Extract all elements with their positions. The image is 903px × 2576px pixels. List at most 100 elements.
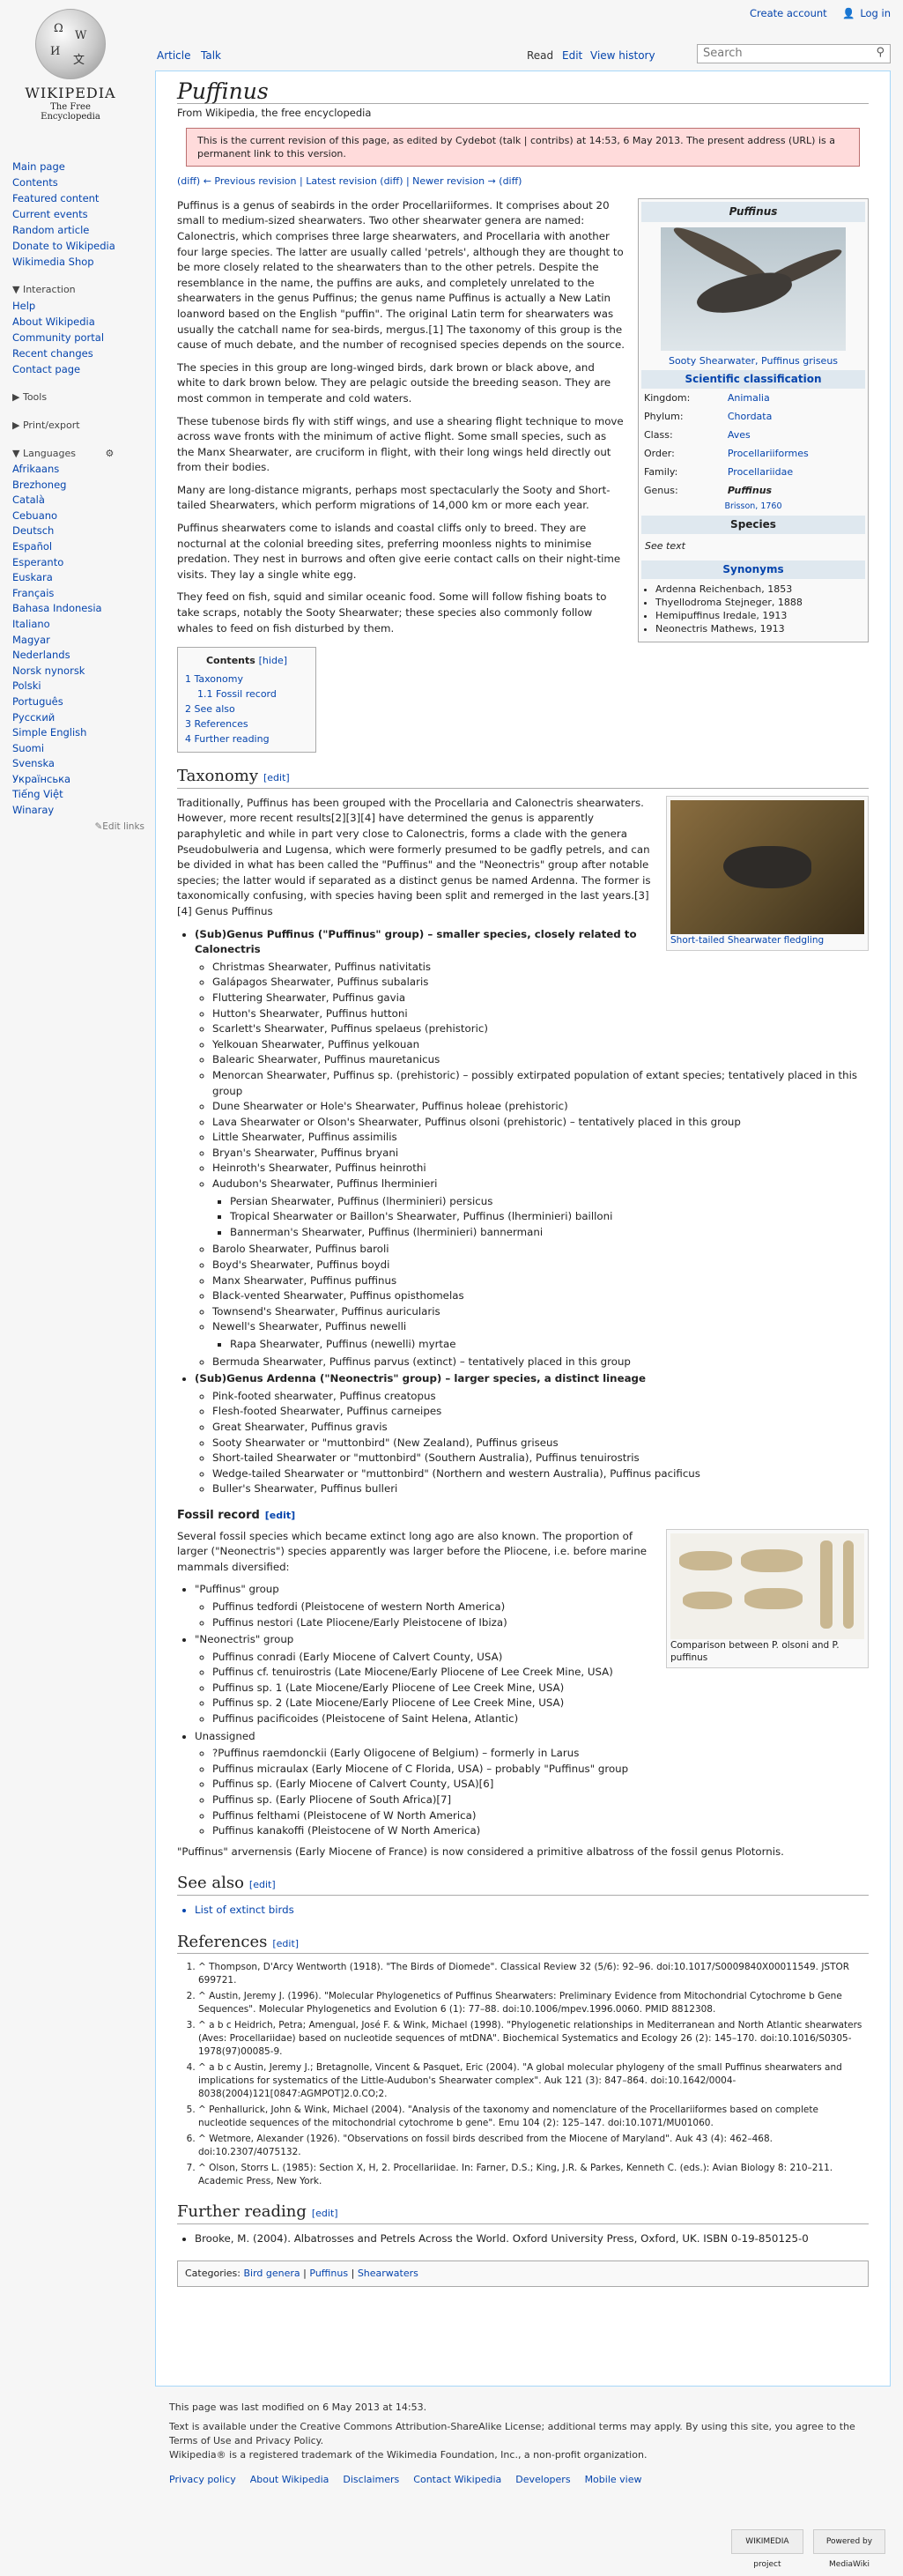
toc-item[interactable]: 1.1 Fossil record <box>185 687 308 702</box>
sidebar-language-item[interactable]: Українська <box>12 772 144 788</box>
sidebar-language-item[interactable]: Português <box>12 694 144 710</box>
category-link[interactable]: Puffinus <box>309 2268 348 2279</box>
sidebar-language-item[interactable]: Русский <box>12 710 144 726</box>
sidebar-nav-item[interactable]: Contents <box>12 174 144 190</box>
sidebar-nav-item[interactable]: Random article <box>12 222 144 238</box>
tab-read[interactable]: Read <box>527 49 553 62</box>
edit-section-link[interactable]: [edit] <box>312 2208 338 2219</box>
sidebar-interaction-item[interactable]: Recent changes <box>12 345 144 361</box>
sidebar-nav-item[interactable]: Donate to Wikipedia <box>12 238 144 254</box>
sidebar-language-item[interactable]: Català <box>12 493 144 509</box>
sidebar-language-item[interactable]: Tiếng Việt <box>12 787 144 803</box>
sidebar-language-item[interactable]: Esperanto <box>12 555 144 571</box>
tab-talk[interactable]: Talk <box>201 49 221 62</box>
sidebar-language-item[interactable]: Italiano <box>12 617 144 633</box>
sidebar-language-item[interactable]: Brezhoneg <box>12 478 144 494</box>
sidebar-language-item[interactable]: Norsk nynorsk <box>12 664 144 679</box>
toc-item[interactable]: 2 See also <box>185 702 308 716</box>
fossil-group-3: Unassigned?Puffinus raemdonckii (Early O… <box>195 1729 869 1839</box>
edit-section-link[interactable]: [edit] <box>265 1510 295 1521</box>
tools-heading[interactable]: ▶ Tools <box>12 390 144 405</box>
sidebar-language-item[interactable]: Svenska <box>12 756 144 772</box>
sidebar-language-item[interactable]: Bahasa Indonesia <box>12 601 144 617</box>
sidebar-language-item[interactable]: Français <box>12 586 144 602</box>
fledgling-image[interactable] <box>670 799 864 934</box>
taxonomy-value[interactable]: Animalia <box>725 389 865 407</box>
species-item: Bryan's Shearwater, Puffinus bryani <box>212 1146 869 1162</box>
infobox-caption[interactable]: Sooty Shearwater, Puffinus griseus <box>641 354 865 367</box>
languages-heading[interactable]: ▼ Languages ⚙ <box>12 446 144 462</box>
category-link[interactable]: Bird genera <box>244 2268 300 2279</box>
edit-links[interactable]: ✎Edit links <box>12 819 144 835</box>
sidebar-language-item[interactable]: Deutsch <box>12 523 144 539</box>
taxonomy-row: Kingdom: Animalia <box>641 389 865 407</box>
tab-article[interactable]: Article <box>157 49 191 62</box>
taxonomy-value[interactable]: Procellariidae <box>725 463 865 481</box>
sidebar-language-item[interactable]: Magyar <box>12 633 144 649</box>
footer-link[interactable]: Privacy policy <box>169 2474 236 2485</box>
personal-tools: Create account 👤 Log in <box>737 7 891 19</box>
fledgling-caption[interactable]: Short-tailed Shearwater fledgling <box>670 934 864 947</box>
sidebar-language-item[interactable]: Español <box>12 539 144 555</box>
footer-link[interactable]: Disclaimers <box>343 2474 399 2485</box>
footer-link[interactable]: Contact Wikipedia <box>413 2474 501 2485</box>
species-item: Short-tailed Shearwater or "muttonbird" … <box>212 1451 869 1466</box>
sidebar-interaction-item[interactable]: Help <box>12 298 144 314</box>
sidebar-nav-item[interactable]: Current events <box>12 206 144 222</box>
interaction-heading[interactable]: ▼ Interaction <box>12 282 144 298</box>
wikipedia-logo[interactable]: ΩWИ文 WIKIPEDIA The Free Encyclopedia <box>19 5 122 129</box>
sidebar-language-item[interactable]: Afrikaans <box>12 462 144 478</box>
wikimedia-badge[interactable]: WIKIMEDIA project <box>730 2529 803 2569</box>
search-input[interactable]: Search ⚲ <box>697 44 891 63</box>
sidebar-interaction-item[interactable]: Contact page <box>12 361 144 377</box>
taxonomy-value[interactable]: Chordata <box>725 407 865 426</box>
sidebar-language-item[interactable]: Winaray <box>12 803 144 819</box>
gear-icon[interactable]: ⚙ <box>106 448 115 459</box>
newell-subspecies: Rapa Shearwater, Puffinus (newelli) myrt… <box>230 1337 869 1353</box>
edit-section-link[interactable]: [edit] <box>272 1938 299 1949</box>
taxonomy-row: Class: Aves <box>641 426 865 444</box>
create-account-link[interactable]: Create account <box>750 7 827 19</box>
category-link[interactable]: Shearwaters <box>358 2268 418 2279</box>
login-link[interactable]: Log in <box>860 7 891 19</box>
species-item: Lava Shearwater or Olson's Shearwater, P… <box>212 1115 869 1131</box>
edit-section-link[interactable]: [edit] <box>249 1879 276 1890</box>
sidebar-nav-item[interactable]: Wikimedia Shop <box>12 254 144 270</box>
sidebar-nav-item[interactable]: Featured content <box>12 190 144 206</box>
puffinus-species-list: Christmas Shearwater, Puffinus nativitat… <box>212 960 869 1370</box>
skull-comparison-image[interactable] <box>670 1533 864 1639</box>
tab-history[interactable]: View history <box>590 49 655 62</box>
footer-link[interactable]: Mobile view <box>585 2474 642 2485</box>
sidebar-interaction-item[interactable]: Community portal <box>12 330 144 345</box>
mediawiki-badge[interactable]: Powered by MediaWiki <box>813 2529 885 2569</box>
synonyms-heading[interactable]: Synonyms <box>641 560 865 579</box>
toc-hide-link[interactable]: [hide] <box>259 655 287 666</box>
taxonomy-value[interactable]: Aves <box>725 426 865 444</box>
toc-item[interactable]: 1 Taxonomy <box>185 672 308 687</box>
sci-class-heading[interactable]: Scientific classification <box>641 369 865 389</box>
species-item: Barolo Shearwater, Puffinus baroli <box>212 1242 869 1258</box>
sidebar-interaction-item[interactable]: About Wikipedia <box>12 314 144 330</box>
sidebar-language-item[interactable]: Cebuano <box>12 509 144 524</box>
taxonomy-value[interactable]: Procellariiformes <box>725 444 865 463</box>
revision-nav[interactable]: (diff) ← Previous revision | Latest revi… <box>177 174 869 189</box>
sidebar-language-item[interactable]: Polski <box>12 679 144 694</box>
sidebar-language-item[interactable]: Euskara <box>12 570 144 586</box>
toc-item[interactable]: 4 Further reading <box>185 731 308 746</box>
sidebar-nav-item[interactable]: Main page <box>12 159 144 174</box>
sidebar-language-item[interactable]: Suomi <box>12 741 144 757</box>
sidebar-language-item[interactable]: Simple English <box>12 725 144 741</box>
further-reading-item: Brooke, M. (2004). Albatrosses and Petre… <box>195 2231 869 2247</box>
edit-section-link[interactable]: [edit] <box>263 772 290 783</box>
search-icon[interactable]: ⚲ <box>876 46 884 59</box>
tab-edit[interactable]: Edit <box>562 49 582 62</box>
sooty-shearwater-image[interactable] <box>661 220 846 351</box>
toc-item[interactable]: 3 References <box>185 716 308 731</box>
sidebar-language-item[interactable]: Nederlands <box>12 648 144 664</box>
print-heading[interactable]: ▶ Print/export <box>12 418 144 434</box>
footer-link[interactable]: About Wikipedia <box>250 2474 329 2485</box>
footer-link[interactable]: Developers <box>515 2474 570 2485</box>
fossil-item: Puffinus sp. (Early Pliocene of South Af… <box>212 1793 869 1808</box>
see-also-item[interactable]: List of extinct birds <box>195 1903 869 1919</box>
genus-authority[interactable]: Brisson, 1760 <box>641 500 865 513</box>
